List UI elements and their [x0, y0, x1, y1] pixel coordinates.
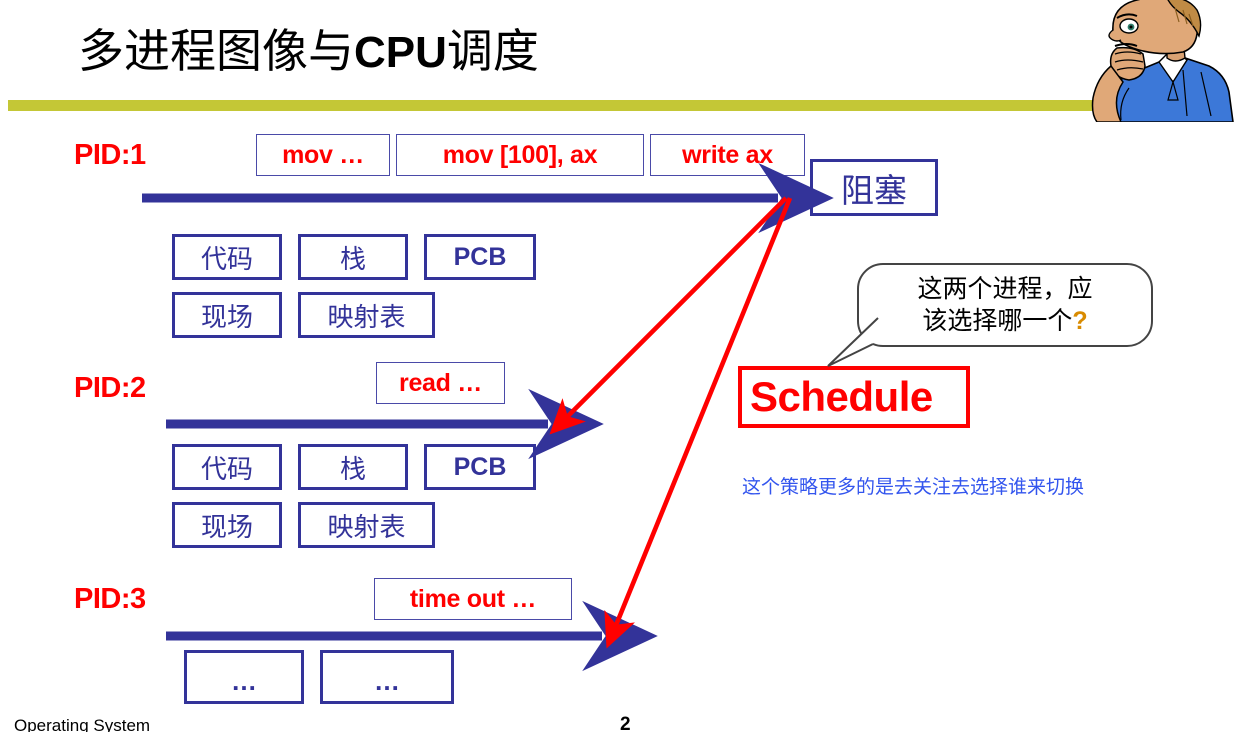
pid-label-1: PID:1 — [74, 139, 146, 171]
pid-label-3: PID:3 — [74, 583, 146, 615]
strategy-note-text: 这个策略更多的是去关注去选择谁来切换 — [742, 476, 1085, 498]
question-speech-bubble: 这两个进程，应 该选择哪一个? — [857, 263, 1153, 347]
footer-page-number: 2 — [620, 714, 631, 732]
resource-box-p1-code: 代码 — [172, 234, 282, 280]
resource-box-p1-stack: 栈 — [298, 234, 408, 280]
bubble-question-mark: ? — [1072, 307, 1088, 335]
bubble-line-2-text: 该选择哪一个 — [922, 306, 1073, 335]
resource-box-p2-code: 代码 — [172, 444, 282, 490]
resource-box-p2-stack: 栈 — [298, 444, 408, 490]
resource-box-p3-0: … — [184, 650, 304, 704]
thinking-man-icon — [1091, 0, 1234, 122]
page-title-part-latin: CPU — [354, 28, 447, 77]
resource-box-p2-context: 现场 — [172, 502, 282, 548]
slide-canvas: 多进程图像与CPU调度 PID:1 mov … mov [100], ax wr… — [0, 0, 1258, 732]
instruction-box-p1-0: mov … — [256, 134, 390, 176]
page-title-part-2: 调度 — [446, 24, 539, 78]
page-title-part-1: 多进程图像与 — [78, 24, 354, 78]
resource-box-p1-context: 现场 — [172, 292, 282, 338]
bubble-line-1: 这两个进程，应 — [917, 274, 1093, 303]
schedule-box: Schedule — [738, 366, 970, 428]
bubble-line-2: 该选择哪一个? — [917, 305, 1092, 337]
pid-label-2: PID:2 — [74, 372, 146, 404]
instruction-box-p2-0: read … — [376, 362, 505, 404]
resource-box-p1-maptable: 映射表 — [298, 292, 435, 338]
resource-box-p2-maptable: 映射表 — [298, 502, 435, 548]
resource-box-p1-pcb: PCB — [424, 234, 536, 280]
page-title: 多进程图像与CPU调度 — [78, 22, 539, 82]
resource-box-p2-pcb: PCB — [424, 444, 536, 490]
instruction-box-p1-1: mov [100], ax — [396, 134, 644, 176]
blocked-state-box: 阻塞 — [810, 159, 938, 216]
title-divider — [8, 100, 1213, 111]
resource-box-p3-1: … — [320, 650, 454, 704]
footer-left-text: Operating System — [14, 716, 151, 732]
instruction-box-p3-0: time out … — [374, 578, 572, 620]
instruction-box-p1-2: write ax — [650, 134, 805, 176]
